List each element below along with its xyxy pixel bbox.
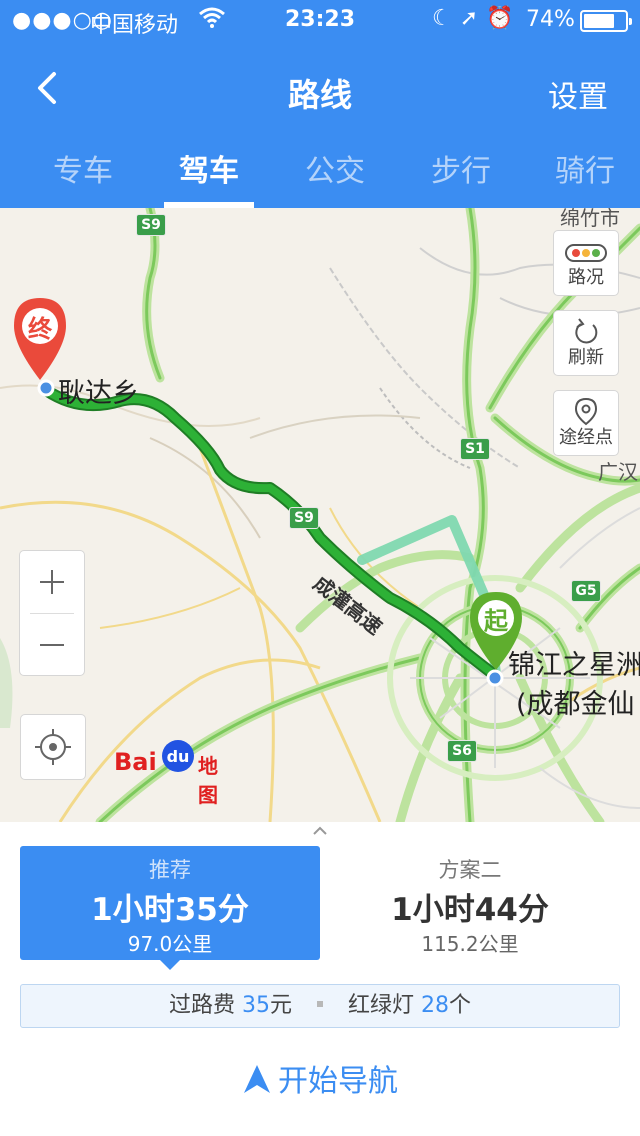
refresh-label: 刷新 bbox=[568, 347, 604, 368]
route-option-recommended[interactable]: 推荐 1小时35分 97.0公里 bbox=[20, 846, 320, 970]
start-navigation-label: 开始导航 bbox=[278, 1064, 398, 1099]
highway-shield: S1 bbox=[460, 438, 490, 460]
city-label-guanghan: 广汉 bbox=[598, 460, 638, 484]
traffic-lights-label: 红绿灯 bbox=[348, 993, 415, 1018]
start-navigation-button[interactable]: 开始导航 bbox=[0, 1056, 640, 1108]
zoom-out-button[interactable] bbox=[20, 614, 84, 676]
transport-tabs: 专车 驾车 公交 步行 骑行 bbox=[0, 136, 640, 208]
locate-icon bbox=[35, 729, 71, 765]
separator-dot bbox=[317, 1001, 323, 1007]
battery-icon bbox=[580, 10, 632, 32]
route-option-alternative[interactable]: 方案二 1小时44分 115.2公里 bbox=[320, 846, 620, 960]
traffic-lights-value: 28 bbox=[421, 993, 450, 1018]
waypoint-button[interactable]: 途经点 bbox=[553, 390, 619, 456]
toll-value: 35 bbox=[241, 993, 270, 1018]
moon-icon: ☾ bbox=[432, 6, 460, 31]
end-marker-label: 终 bbox=[28, 315, 52, 343]
page-title: 路线 bbox=[287, 76, 352, 114]
route-tag: 推荐 bbox=[149, 858, 191, 882]
traffic-lights-unit: 个 bbox=[449, 993, 472, 1018]
start-place-label-2: (成都金仙 bbox=[516, 689, 635, 720]
map-roads bbox=[0, 208, 640, 822]
traffic-button[interactable]: 路况 bbox=[553, 230, 619, 296]
paw-icon: du bbox=[162, 740, 194, 772]
route-tag: 方案二 bbox=[438, 858, 502, 882]
route-distance: 97.0公里 bbox=[127, 932, 213, 956]
plus-icon bbox=[40, 570, 64, 594]
highway-shield: S9 bbox=[136, 214, 166, 236]
battery-percent: 74% bbox=[526, 7, 575, 32]
route-duration: 1小时44分 bbox=[391, 892, 549, 928]
route-info-bar: 过路费 35元 红绿灯 28个 bbox=[20, 984, 620, 1028]
settings-button[interactable]: 设置 bbox=[548, 72, 608, 116]
minus-icon bbox=[40, 644, 64, 646]
status-bar: ●●●○○ 中国移动 23:23 ☾➚⏰ 74% bbox=[0, 0, 640, 40]
chevron-up-icon[interactable] bbox=[308, 824, 332, 838]
zoom-in-button[interactable] bbox=[20, 551, 84, 613]
zoom-control bbox=[19, 550, 85, 676]
traffic-label: 路况 bbox=[568, 267, 604, 288]
location-arrow-icon: ➚ bbox=[459, 6, 487, 31]
highway-shield: S9 bbox=[289, 507, 319, 529]
highway-shield: S6 bbox=[447, 740, 477, 762]
header: ●●●○○ 中国移动 23:23 ☾➚⏰ 74% 路线 设置 专车 驾车 公交 … bbox=[0, 0, 640, 208]
locate-button[interactable] bbox=[20, 714, 86, 780]
tab-drive[interactable]: 驾车 bbox=[146, 146, 272, 190]
alarm-icon: ⏰ bbox=[486, 6, 522, 31]
waypoint-label: 途经点 bbox=[559, 427, 613, 448]
end-place-label: 耿达乡 bbox=[58, 378, 139, 409]
navigation-arrow-icon bbox=[244, 1065, 270, 1093]
battery-fill bbox=[584, 14, 614, 28]
city-label-mianzhu: 绵竹市 bbox=[560, 208, 620, 230]
highway-shield: G5 bbox=[571, 580, 601, 602]
tab-walk[interactable]: 步行 bbox=[398, 146, 524, 190]
toll-label: 过路费 bbox=[168, 993, 235, 1018]
tab-taxi[interactable]: 专车 bbox=[20, 146, 146, 190]
toll-unit: 元 bbox=[269, 993, 292, 1018]
status-icons: ☾➚⏰ bbox=[432, 6, 522, 31]
tab-bike[interactable]: 骑行 bbox=[522, 146, 640, 190]
nav-bar: 路线 设置 bbox=[0, 40, 640, 136]
start-marker-label: 起 bbox=[484, 607, 508, 635]
tab-transit[interactable]: 公交 bbox=[272, 146, 398, 190]
route-distance: 115.2公里 bbox=[421, 932, 519, 956]
start-place-label-1: 锦江之星洲 bbox=[508, 650, 640, 681]
route-panel: 推荐 1小时35分 97.0公里 方案二 1小时44分 115.2公里 过路费 … bbox=[0, 822, 640, 1136]
route-duration: 1小时35分 bbox=[91, 892, 249, 928]
map-view[interactable]: 终 起 耿达乡 锦江之星洲 (成都金仙 绵竹市 广汉 成灌高速 S9 S9 S1… bbox=[0, 208, 640, 822]
refresh-button[interactable]: 刷新 bbox=[553, 310, 619, 376]
